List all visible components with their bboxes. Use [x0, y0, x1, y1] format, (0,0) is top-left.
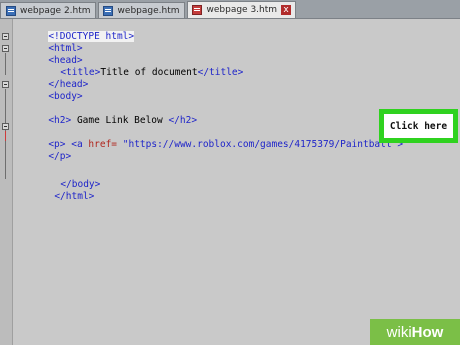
close-tab-icon[interactable]: x: [281, 5, 292, 15]
html-close-tag: </html>: [54, 191, 95, 202]
code-line-11: </html>: [20, 179, 94, 202]
code-line-1: <!DOCTYPE html>: [14, 19, 135, 42]
fold-marker-icon[interactable]: [2, 81, 9, 88]
fold-guide: [5, 53, 6, 75]
code-line-7: <h2> Game Link Below </h2>: [14, 103, 197, 126]
fold-marker-icon[interactable]: [2, 33, 9, 40]
html-file-icon: [103, 5, 114, 16]
code-line-9: </p>: [14, 139, 71, 162]
tab-webpage[interactable]: webpage.htm: [97, 2, 185, 18]
code-line-5: </head>: [14, 67, 88, 90]
logo-wiki: wiki: [386, 323, 412, 341]
code-line-6: <body>: [14, 79, 82, 102]
change-marker: [5, 131, 6, 141]
tab-label: webpage 2.htm: [20, 5, 91, 16]
logo-how: How: [411, 323, 444, 341]
h2-text: Game Link Below: [71, 115, 169, 126]
wikihow-logo: wiki How: [370, 319, 460, 345]
html-file-icon: [5, 5, 16, 16]
fold-marker-icon[interactable]: [2, 45, 9, 52]
href-attribute: href=: [88, 139, 118, 150]
href-url-value: "https://www.roblox.com/games/4175379/Pa…: [122, 139, 398, 150]
tab-webpage-2[interactable]: webpage 2.htm: [0, 2, 96, 18]
fold-marker-icon[interactable]: [2, 123, 9, 130]
title-text: Title of document: [100, 67, 198, 78]
p-close-tag: </p>: [48, 151, 72, 162]
h2-close-tag: </h2>: [168, 115, 198, 126]
editor-window: webpage 2.htm webpage.htm webpage 3.htm …: [0, 0, 460, 345]
fold-gutter: [0, 19, 13, 345]
tab-webpage-3[interactable]: webpage 3.htm x: [186, 1, 297, 18]
a-open-tag: <a: [71, 139, 83, 150]
code-line-10: </body>: [26, 167, 100, 190]
click-here-highlight: Click here: [379, 109, 458, 143]
code-line-2: <html>: [14, 31, 82, 54]
code-editor[interactable]: <!DOCTYPE html> <html> <head> <title>Tit…: [0, 19, 460, 345]
code-line-4: <title>Title of document</title>: [26, 55, 243, 78]
h2-open-tag: <h2>: [48, 115, 72, 126]
code-line-8: <p> <a href= "https://www.roblox.com/gam…: [14, 127, 403, 150]
html-file-icon: [192, 5, 203, 16]
code-line-3: <head>: [14, 43, 82, 66]
title-close-tag: </title>: [197, 67, 244, 78]
body-open-tag: <body>: [48, 91, 83, 102]
tab-label: webpage 3.htm: [206, 5, 278, 15]
link-text: Click here: [389, 120, 448, 132]
tab-bar: webpage 2.htm webpage.htm webpage 3.htm …: [0, 0, 460, 19]
tab-label: webpage.htm: [117, 5, 180, 16]
